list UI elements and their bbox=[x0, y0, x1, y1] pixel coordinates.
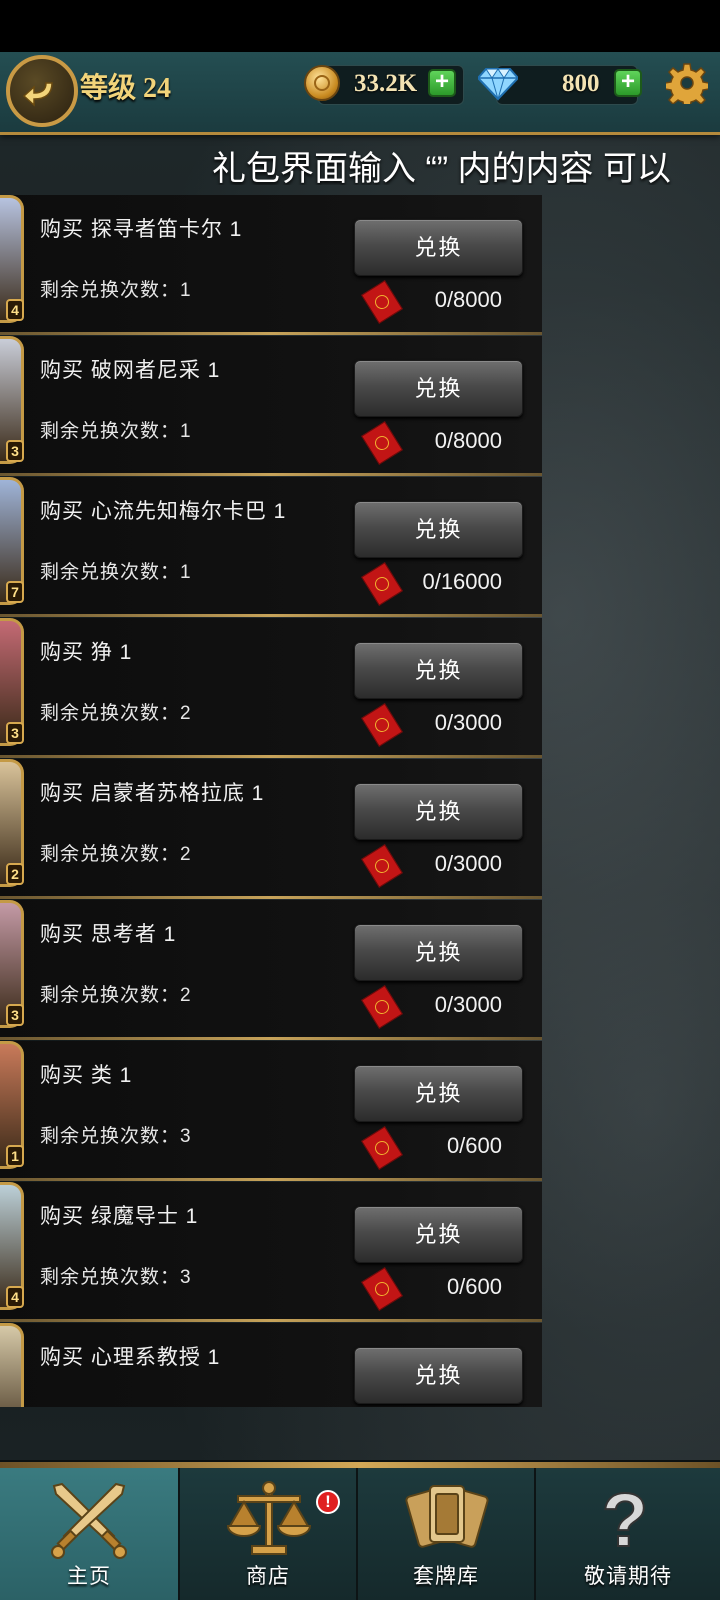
card-portrait bbox=[0, 1323, 24, 1407]
question-icon: ? bbox=[601, 1478, 649, 1564]
item-title: 购买 狰 1 bbox=[40, 641, 133, 664]
card-level-badge: 3 bbox=[6, 440, 24, 462]
add-coins-button[interactable]: + bbox=[428, 69, 456, 97]
svg-text:?: ? bbox=[602, 1478, 648, 1563]
red-envelope-icon bbox=[361, 280, 403, 324]
list-item: 2 购买 启蒙者苏格拉底 1 剩余兑换次数：2 兑换 0/3000 bbox=[0, 759, 542, 899]
card-level-badge: 1 bbox=[6, 1145, 24, 1167]
item-title: 购买 绿魔导士 1 bbox=[40, 1205, 199, 1228]
crossed-swords-icon bbox=[51, 1482, 127, 1559]
nav-tab-shop[interactable]: ! 商店 bbox=[180, 1468, 358, 1600]
list-item: 3 购买 狰 1 剩余兑换次数：2 兑换 0/3000 bbox=[0, 618, 542, 758]
announcement-text: 礼包界面输入 “” 内的内容 可以 bbox=[212, 150, 671, 185]
nav-tab-coming-soon[interactable]: ? 敬请期待 bbox=[536, 1468, 720, 1600]
top-header: 等级 24 33.2K + 800 + bbox=[0, 52, 720, 135]
exchange-cost: 0/8000 bbox=[434, 287, 502, 312]
add-gems-button[interactable]: + bbox=[614, 69, 642, 97]
back-arrow-icon bbox=[22, 82, 53, 107]
exchange-button[interactable]: 兑换 bbox=[354, 1065, 523, 1122]
player-level: 等级 24 bbox=[80, 73, 172, 104]
nav-label-shop: 商店 bbox=[246, 1565, 290, 1588]
exchange-button[interactable]: 兑换 bbox=[354, 924, 523, 981]
list-item: 4 购买 绿魔导士 1 剩余兑换次数：3 兑换 0/600 bbox=[0, 1182, 542, 1322]
card-level-badge: 4 bbox=[6, 299, 24, 321]
exchange-button[interactable]: 兑换 bbox=[354, 360, 523, 417]
red-envelope-icon bbox=[361, 1267, 403, 1311]
exchange-cost: 0/600 bbox=[446, 1133, 502, 1158]
exchange-list[interactable]: 4 购买 探寻者笛卡尔 1 剩余兑换次数：1 兑换 0/8000 3 购买 破网者尼采 1 剩… bbox=[0, 195, 542, 1407]
exchange-cost: 0/3000 bbox=[434, 851, 502, 876]
card-level-badge: 3 bbox=[6, 1004, 24, 1026]
red-envelope-icon bbox=[361, 985, 403, 1029]
item-title: 购买 破网者尼采 1 bbox=[40, 359, 221, 382]
shop-notification-badge: ! bbox=[316, 1490, 340, 1514]
remaining-exchanges: 剩余兑换次数：1 bbox=[40, 421, 192, 442]
remaining-exchanges: 剩余兑换次数：2 bbox=[40, 985, 192, 1006]
item-title: 购买 心理系教授 1 bbox=[40, 1346, 221, 1369]
bottom-navigation: 主页 ! 商店 套牌库 ? 敬请期待 bbox=[0, 1468, 720, 1600]
card-level-badge: 3 bbox=[6, 722, 24, 744]
exchange-cost: 0/8000 bbox=[434, 428, 502, 453]
list-item: 3 购买 思考者 1 剩余兑换次数：2 兑换 0/3000 bbox=[0, 900, 542, 1040]
remaining-exchanges: 剩余兑换次数：3 bbox=[40, 1267, 192, 1288]
exchange-button[interactable]: 兑换 bbox=[354, 783, 523, 840]
red-envelope-icon bbox=[361, 703, 403, 747]
nav-label-coming-soon: 敬请期待 bbox=[584, 1565, 672, 1588]
item-title: 购买 思考者 1 bbox=[40, 923, 177, 946]
gem-amount: 800 bbox=[562, 70, 600, 97]
exchange-cost: 0/16000 bbox=[422, 569, 502, 594]
exchange-cost: 0/600 bbox=[446, 1274, 502, 1299]
announcement-marquee: 礼包界面输入 “” 内的内容 可以 bbox=[0, 135, 720, 185]
diamond-icon bbox=[478, 68, 518, 101]
remaining-exchanges: 剩余兑换次数：1 bbox=[40, 280, 192, 301]
exchange-button[interactable]: 兑换 bbox=[354, 219, 523, 276]
cards-icon bbox=[405, 1485, 489, 1548]
exchange-cost: 0/3000 bbox=[434, 710, 502, 735]
remaining-exchanges: 剩余兑换次数：2 bbox=[40, 844, 192, 865]
back-button[interactable] bbox=[6, 55, 78, 127]
status-bar bbox=[0, 0, 720, 52]
card-level-badge: 4 bbox=[6, 1286, 24, 1308]
remaining-exchanges: 剩余兑换次数：3 bbox=[40, 1126, 192, 1147]
remaining-exchanges: 剩余兑换次数：1 bbox=[40, 562, 192, 583]
exchange-button[interactable]: 兑换 bbox=[354, 1206, 523, 1263]
red-envelope-icon bbox=[361, 844, 403, 888]
item-title: 购买 启蒙者苏格拉底 1 bbox=[40, 782, 265, 805]
card-level-badge: 7 bbox=[6, 581, 24, 603]
list-item: 4 购买 探寻者笛卡尔 1 剩余兑换次数：1 兑换 0/8000 bbox=[0, 195, 542, 335]
card-level-badge: 2 bbox=[6, 863, 24, 885]
exchange-button[interactable]: 兑换 bbox=[354, 501, 523, 558]
remaining-exchanges: 剩余兑换次数：2 bbox=[40, 703, 192, 724]
item-title: 购买 探寻者笛卡尔 1 bbox=[40, 218, 243, 241]
red-envelope-icon bbox=[361, 1126, 403, 1170]
red-envelope-icon bbox=[361, 421, 403, 465]
coin-icon bbox=[304, 65, 340, 101]
settings-gear-icon[interactable] bbox=[666, 62, 708, 104]
exchange-button[interactable]: 兑换 bbox=[354, 1347, 523, 1404]
exchange-cost: 0/3000 bbox=[434, 992, 502, 1017]
scales-icon bbox=[226, 1481, 312, 1555]
list-item: 3 购买 破网者尼采 1 剩余兑换次数：1 兑换 0/8000 bbox=[0, 336, 542, 476]
item-title: 购买 心流先知梅尔卡巴 1 bbox=[40, 500, 287, 523]
nav-tab-deck[interactable]: 套牌库 bbox=[358, 1468, 536, 1600]
exchange-button[interactable]: 兑换 bbox=[354, 642, 523, 699]
item-title: 购买 类 1 bbox=[40, 1064, 133, 1087]
nav-label-deck: 套牌库 bbox=[413, 1565, 479, 1588]
list-item: 7 购买 心流先知梅尔卡巴 1 剩余兑换次数：1 兑换 0/16000 bbox=[0, 477, 542, 617]
nav-tab-home[interactable]: 主页 bbox=[0, 1468, 180, 1600]
coin-amount: 33.2K bbox=[354, 70, 418, 97]
list-item: 1 购买 类 1 剩余兑换次数：3 兑换 0/600 bbox=[0, 1041, 542, 1181]
nav-label-home: 主页 bbox=[67, 1565, 111, 1588]
list-item: 购买 心理系教授 1 兑换 bbox=[0, 1323, 542, 1407]
red-envelope-icon bbox=[361, 562, 403, 606]
